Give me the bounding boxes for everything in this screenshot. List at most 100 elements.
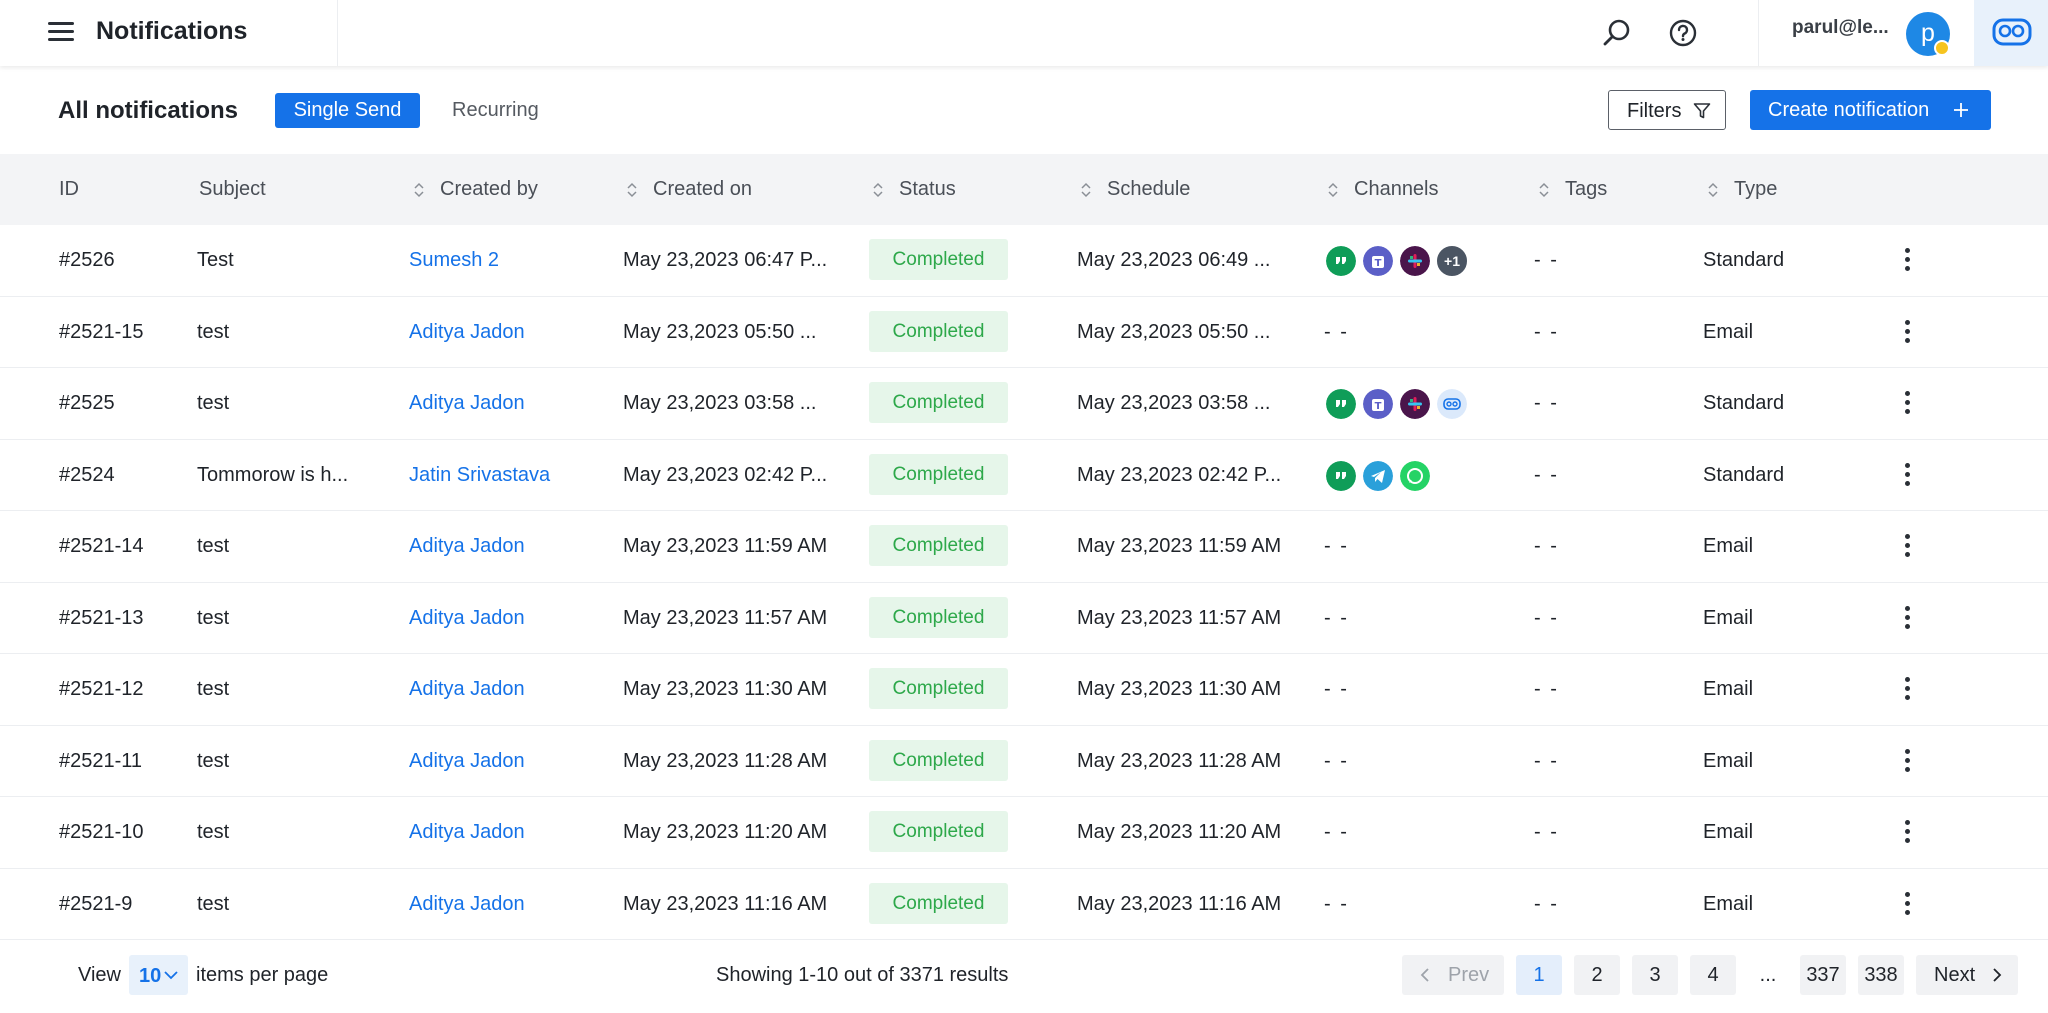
kebab-menu-icon[interactable] xyxy=(1904,389,1912,417)
cell-schedule: May 23,2023 11:28 AM xyxy=(1077,749,1282,772)
tab-recurring[interactable]: Recurring xyxy=(452,99,539,122)
table-row[interactable]: #2524 Tommorow is h... Jatin Srivastava May… xyxy=(0,439,2048,511)
table-row[interactable]: #2525 test Aditya Jadon May 23,2023 03:58 .… xyxy=(0,368,2048,440)
kebab-menu-icon[interactable] xyxy=(1904,246,1912,274)
cell-created-by[interactable]: Aditya Jadon xyxy=(409,321,525,344)
table-row[interactable]: #2521-11 test Aditya Jadon May 23,2023 11:2… xyxy=(0,725,2048,797)
status-badge: Completed xyxy=(869,739,1008,781)
table-row[interactable]: #2521-12 test Aditya Jadon May 23,2023 11:3… xyxy=(0,654,2048,726)
cell-created-by[interactable]: Aditya Jadon xyxy=(409,535,525,558)
cell-type: Email xyxy=(1703,678,1754,700)
next-page-button[interactable]: Next xyxy=(1916,955,2018,995)
cell-created-by[interactable]: Aditya Jadon xyxy=(409,392,525,415)
cell-id: #2521-12 xyxy=(59,678,144,700)
cell-created-by[interactable]: Aditya Jadon xyxy=(409,893,525,916)
filters-button[interactable]: Filters xyxy=(1608,90,1726,130)
sort-icon[interactable] xyxy=(1079,181,1093,199)
table-row[interactable]: #2526 Test Sumesh 2 May 23,2023 06:47 P... C… xyxy=(0,225,2048,297)
items-per-page-select[interactable]: 10 xyxy=(129,955,188,995)
column-header-created-on[interactable]: Created on xyxy=(653,178,752,201)
help-icon[interactable] xyxy=(1666,16,1700,50)
search-icon[interactable] xyxy=(1600,16,1634,50)
kebab-menu-icon[interactable] xyxy=(1904,890,1912,918)
status-badge: Completed xyxy=(869,525,1008,566)
sort-icon[interactable] xyxy=(871,181,885,199)
kebab-menu-icon[interactable] xyxy=(1904,318,1912,346)
column-header-tags[interactable]: Tags xyxy=(1565,178,1607,201)
column-header-subject: Subject xyxy=(199,178,266,200)
table-row[interactable]: #2521-15 test Aditya Jadon May 23,2023 05:5… xyxy=(0,296,2048,368)
page-title: All notifications xyxy=(58,97,238,124)
cell-type: Standard xyxy=(1703,392,1785,414)
cell-subject: test xyxy=(197,392,230,414)
sort-icon[interactable] xyxy=(1326,181,1340,199)
kebab-menu-icon[interactable] xyxy=(1904,675,1912,703)
create-notification-button[interactable]: Create notification xyxy=(1750,90,1991,130)
cell-type: Email xyxy=(1703,535,1754,557)
more-channels-badge[interactable]: +1 xyxy=(1435,244,1469,278)
tab-single-send[interactable]: Single Send xyxy=(275,93,420,128)
cell-type: Standard xyxy=(1703,463,1785,486)
status-badge: Completed xyxy=(869,310,1008,352)
sort-icon[interactable] xyxy=(1706,181,1720,199)
kebab-menu-icon[interactable] xyxy=(1904,604,1912,632)
cell-created-by[interactable]: Aditya Jadon xyxy=(409,821,525,844)
kebab-menu-icon[interactable] xyxy=(1904,747,1912,775)
cell-schedule: May 23,2023 11:57 AM xyxy=(1077,606,1282,629)
table-row[interactable]: #2521-13 test Aditya Jadon May 23,2023 11:5… xyxy=(0,582,2048,654)
sort-icon[interactable] xyxy=(625,181,639,199)
cell-channels-empty: - - xyxy=(1324,678,1349,700)
slack-channel-icon xyxy=(1398,387,1432,421)
column-header-created-by[interactable]: Created by xyxy=(440,178,538,201)
table-footer: View 10 items per page Showing 1-10 out … xyxy=(0,940,2048,1013)
page-button[interactable]: 338 xyxy=(1858,955,1904,995)
cell-created-by[interactable]: Jatin Srivastava xyxy=(409,464,550,487)
cell-tags: - - xyxy=(1534,535,1559,557)
results-summary: Showing 1-10 out of 3371 results xyxy=(716,964,1009,986)
kebab-menu-icon[interactable] xyxy=(1904,461,1912,489)
kebab-menu-icon[interactable] xyxy=(1904,818,1912,846)
cell-id: #2521-13 xyxy=(59,606,144,629)
plus-icon xyxy=(1954,103,1968,117)
user-email[interactable]: parul@le... xyxy=(1792,17,1889,39)
cell-schedule: May 23,2023 11:30 AM xyxy=(1077,678,1282,700)
table-row[interactable]: #2521-14 test Aditya Jadon May 23,2023 11:5… xyxy=(0,511,2048,583)
kebab-menu-icon[interactable] xyxy=(1904,532,1912,560)
sort-icon[interactable] xyxy=(412,181,426,199)
chevron-down-icon xyxy=(164,971,178,980)
page-button[interactable]: 1 xyxy=(1516,955,1562,995)
cell-created-by[interactable]: Aditya Jadon xyxy=(409,607,525,630)
table-row[interactable]: #2521-10 test Aditya Jadon May 23,2023 11:2… xyxy=(0,797,2048,869)
cell-id: #2521-15 xyxy=(59,320,144,343)
page-button[interactable]: 3 xyxy=(1632,955,1678,995)
teams-channel-icon: T xyxy=(1361,244,1395,278)
hamburger-icon[interactable] xyxy=(48,22,74,42)
cell-created-by[interactable]: Sumesh 2 xyxy=(409,249,499,272)
cell-channels-empty: - - xyxy=(1324,535,1349,557)
prev-page-button[interactable]: Prev xyxy=(1402,955,1504,995)
cell-tags: - - xyxy=(1534,821,1559,843)
cell-created-on: May 23,2023 11:28 AM xyxy=(623,749,828,772)
cell-subject: test xyxy=(197,892,230,915)
table-header: ID Subject Created by Created on Status … xyxy=(0,154,2048,225)
column-header-channels[interactable]: Channels xyxy=(1354,178,1439,201)
top-bar: Notifications parul@le... p xyxy=(0,0,2048,66)
cell-tags: - - xyxy=(1534,463,1559,486)
cell-created-by[interactable]: Aditya Jadon xyxy=(409,750,525,773)
cell-schedule: May 23,2023 03:58 ... xyxy=(1077,392,1271,414)
whatsapp-channel-icon xyxy=(1398,458,1432,493)
page-button[interactable]: 337 xyxy=(1800,955,1846,995)
column-header-status[interactable]: Status xyxy=(899,178,956,201)
cell-tags: - - xyxy=(1534,249,1559,271)
cell-channels-empty: - - xyxy=(1324,606,1349,629)
status-badge: Completed xyxy=(869,453,1008,495)
chevron-left-icon xyxy=(1420,968,1429,982)
table-row[interactable]: #2521-9 test Aditya Jadon May 23,2023 11:16… xyxy=(0,868,2048,940)
page-button[interactable]: 4 xyxy=(1690,955,1736,995)
page-button[interactable]: 2 xyxy=(1574,955,1620,995)
column-header-type[interactable]: Type xyxy=(1734,178,1777,201)
column-header-schedule[interactable]: Schedule xyxy=(1107,178,1190,201)
sort-icon[interactable] xyxy=(1537,181,1551,199)
brand-logo[interactable] xyxy=(1974,0,2048,66)
cell-created-by[interactable]: Aditya Jadon xyxy=(409,678,525,701)
